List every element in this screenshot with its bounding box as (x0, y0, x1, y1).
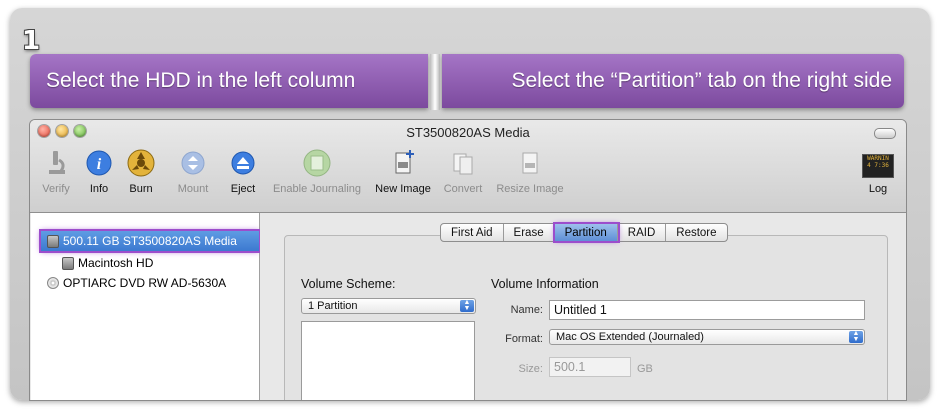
volume-scheme-select[interactable]: 1 Partition ▲ ▼ (301, 298, 476, 314)
volume-icon (62, 256, 74, 270)
convert-label: Convert (443, 183, 483, 195)
window-title: ST3500820AS Media (406, 125, 530, 140)
svg-text:i: i (97, 156, 102, 173)
mount-icon (181, 151, 205, 175)
tab-partition[interactable]: Partition (552, 222, 620, 243)
dvd-list-item-label: OPTIARC DVD RW AD-5630A (63, 276, 227, 290)
instruction-right: Select the “Partition” tab on the right … (442, 54, 904, 108)
format-select[interactable]: Mac OS Extended (Journaled) ▲ ▼ (549, 329, 865, 345)
tab-restore[interactable]: Restore (666, 224, 726, 241)
tab-bar: First Aid Erase Partition RAID Restore (440, 222, 728, 243)
tab-first-aid[interactable]: First Aid (441, 224, 504, 241)
partition-layout-box[interactable] (301, 321, 475, 400)
resize-image-label: Resize Image (496, 183, 564, 195)
tab-erase[interactable]: Erase (504, 224, 555, 241)
eject-icon (231, 151, 255, 175)
eject-label: Eject (230, 183, 256, 195)
log-label: Log (868, 183, 888, 195)
new-image-label: New Image (375, 183, 431, 195)
burn-icon (127, 149, 155, 177)
resize-image-icon (522, 152, 538, 174)
partition-panel: Volume Scheme: 1 Partition ▲ ▼ Volume Inf… (284, 235, 888, 400)
hard-disk-icon (47, 234, 59, 248)
volume-scheme-label: Volume Scheme: (301, 277, 396, 291)
format-label: Format: (505, 333, 543, 345)
journal-icon (303, 149, 331, 177)
optical-drive-icon (47, 277, 59, 289)
chevron-updown-icon: ▲ ▼ (849, 330, 863, 343)
volume-list-item-label: Macintosh HD (78, 256, 154, 270)
name-label: Name: (510, 304, 543, 316)
volume-list-item[interactable]: Macintosh HD (56, 253, 153, 273)
dvd-list-item[interactable]: OPTIARC DVD RW AD-5630A (41, 273, 226, 293)
main-area: Volume Scheme: 1 Partition ▲ ▼ Volume Inf… (260, 213, 905, 400)
name-field[interactable]: Untitled 1 (549, 300, 865, 320)
step-number: 1 (22, 26, 41, 56)
new-image-icon (395, 150, 414, 174)
chevron-updown-icon: ▲ ▼ (460, 299, 474, 312)
volume-information-label: Volume Information (491, 277, 599, 291)
enable-journaling-label: Enable Journaling (272, 183, 362, 195)
disk-list-item-label: 500.11 GB ST3500820AS Media (63, 234, 237, 248)
log-icon: WARNIN 4 7:36 (862, 154, 894, 178)
toolbar-toggle-button[interactable] (874, 128, 896, 139)
volume-scheme-value: 1 Partition (308, 300, 358, 312)
info-icon: i (86, 150, 112, 176)
convert-icon (453, 153, 473, 175)
size-unit: GB (637, 363, 653, 375)
titlebar: ST3500820AS Media Verify i Info Burn Mou… (30, 120, 906, 213)
verify-label: Verify (42, 183, 70, 195)
size-field[interactable]: 500.1 (549, 357, 631, 377)
format-value: Mac OS Extended (Journaled) (556, 331, 704, 343)
banner-divider (430, 54, 440, 110)
tab-raid[interactable]: RAID (618, 224, 667, 241)
mount-label: Mount (177, 183, 209, 195)
size-label: Size: (518, 363, 543, 375)
info-label: Info (89, 183, 109, 195)
instruction-left: Select the HDD in the left column (30, 54, 428, 108)
disk-list-item[interactable]: 500.11 GB ST3500820AS Media (39, 229, 261, 253)
burn-label: Burn (129, 183, 153, 195)
microscope-icon (49, 151, 65, 174)
